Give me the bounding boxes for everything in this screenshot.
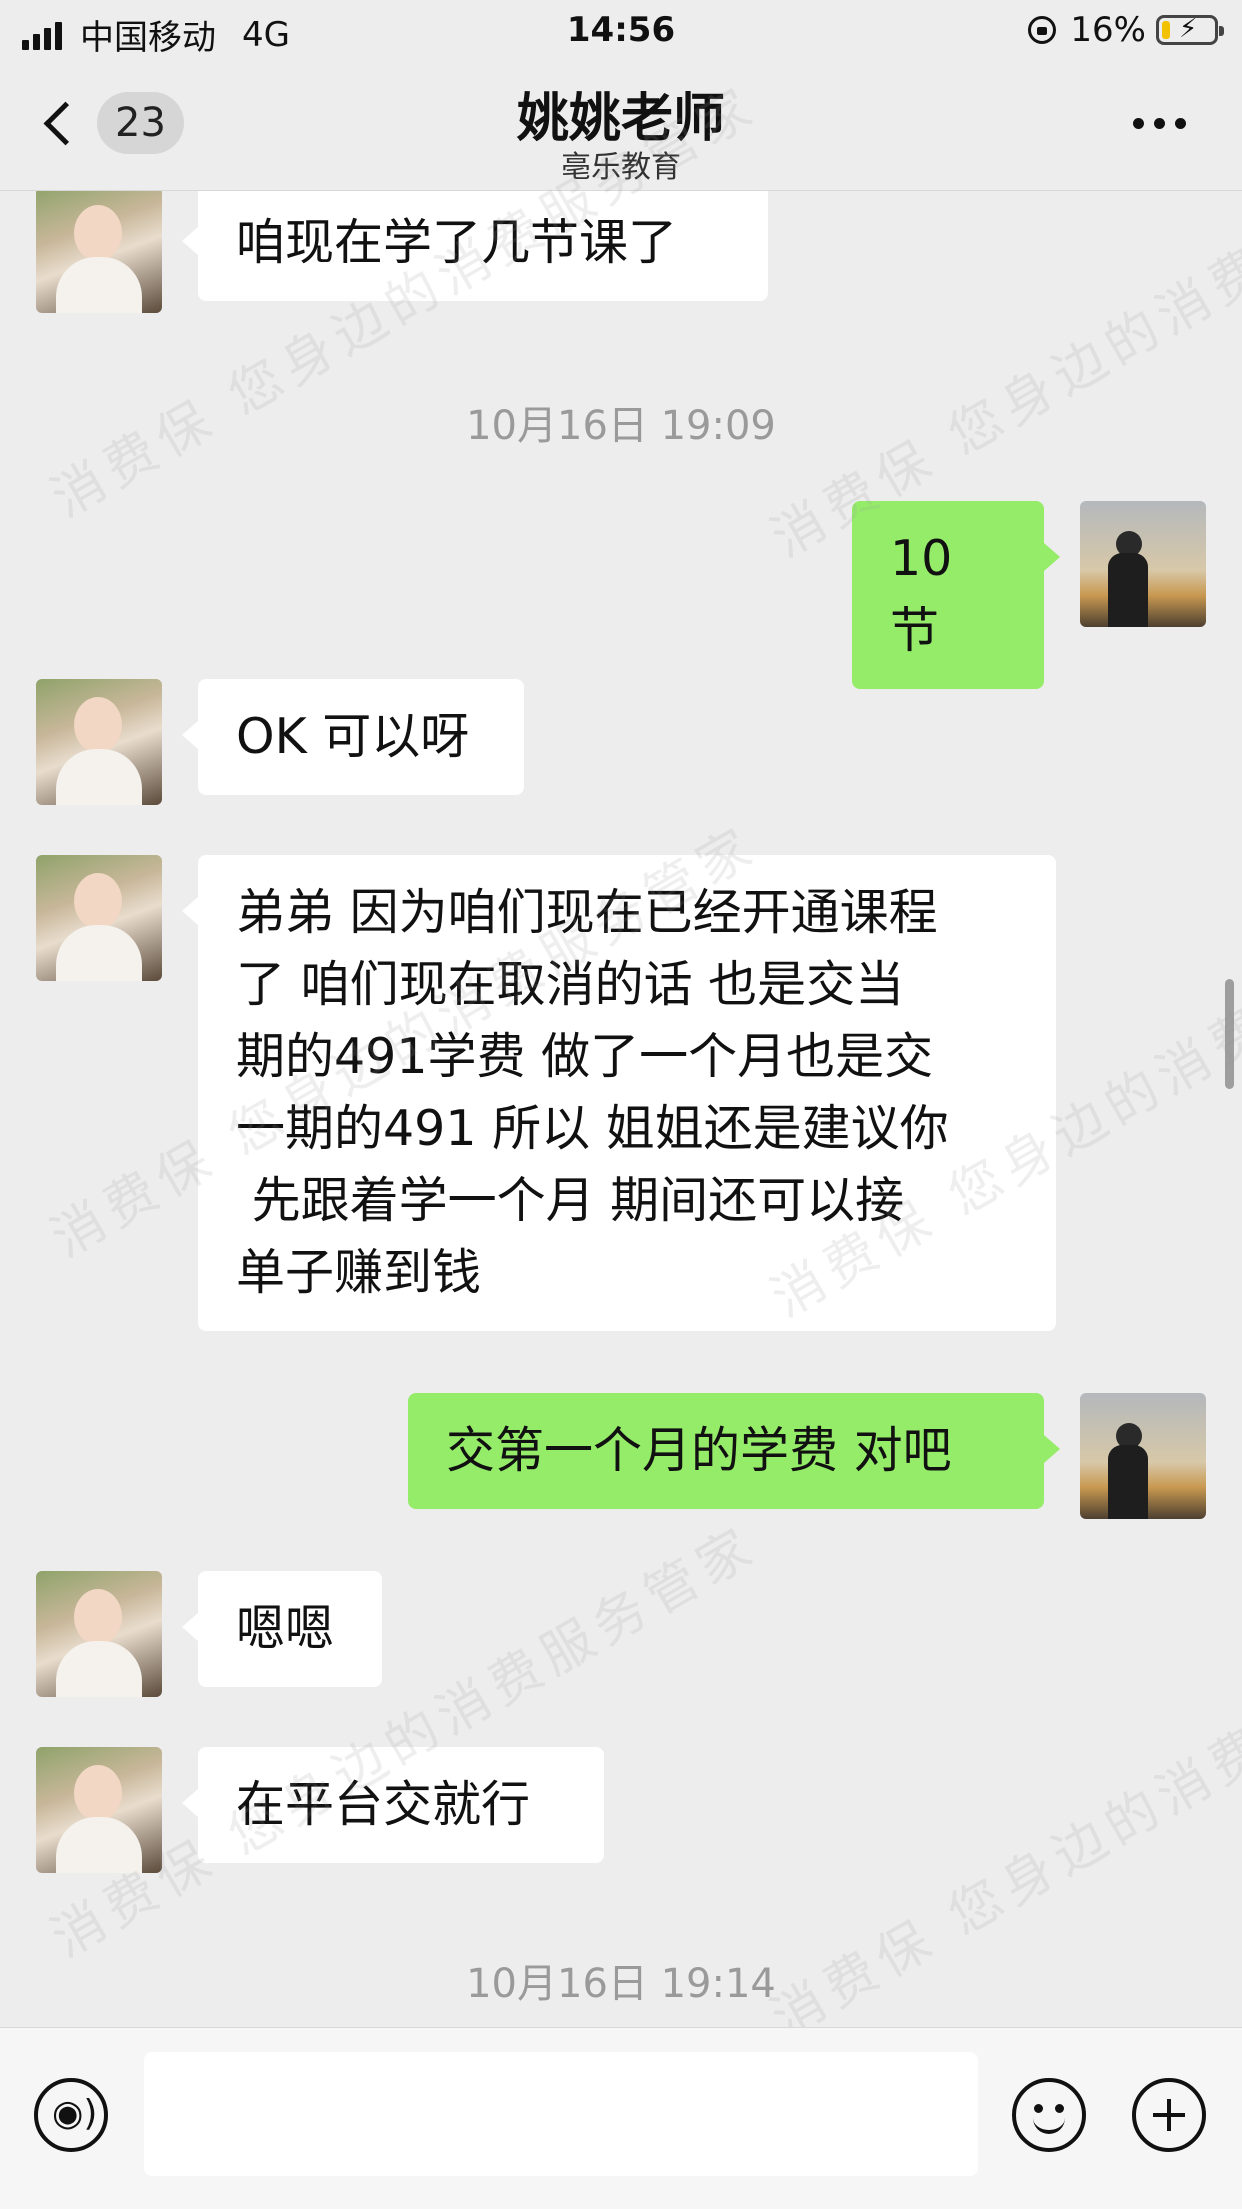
contact-avatar[interactable] <box>36 679 162 805</box>
message-bubble-incoming[interactable]: OK 可以呀 <box>182 679 524 795</box>
message-timestamp: 10月16日 19:14 <box>466 1961 776 2007</box>
scrollbar-thumb[interactable] <box>1225 979 1234 1089</box>
contact-avatar[interactable] <box>36 1571 162 1697</box>
voice-input-button[interactable]: ◉) <box>34 2078 108 2152</box>
voice-icon: ◉) <box>52 2093 98 2134</box>
message-bubble-incoming[interactable]: 弟弟 因为咱们现在已经开通课程 了 咱们现在取消的话 也是交当 期的491学费 … <box>182 855 1056 1331</box>
contact-avatar[interactable] <box>36 1747 162 1873</box>
message-bubble-incoming[interactable]: 咱现在学了几节课了 <box>182 191 768 301</box>
message-input[interactable] <box>144 2052 978 2176</box>
input-bar: ◉) <box>0 2027 1242 2209</box>
more-actions-button[interactable] <box>1132 2078 1206 2152</box>
more-dots-icon <box>1133 118 1144 129</box>
message-timestamp: 10月16日 19:09 <box>466 403 776 449</box>
my-avatar[interactable] <box>1080 1393 1206 1519</box>
message-list[interactable]: 咱现在学了几节课了 10月16日 19:09 10 节 OK 可以呀 弟弟 因为… <box>0 191 1242 2027</box>
message-bubble-outgoing[interactable]: 交第一个月的学费 对吧 <box>408 1393 1060 1509</box>
status-bar: 中国移动 4G 14:56 16% ⚡ <box>0 0 1242 62</box>
battery-percent: 16% <box>1070 10 1146 50</box>
contact-avatar[interactable] <box>36 191 162 313</box>
emoji-icon <box>1034 2104 1043 2113</box>
orientation-lock-icon <box>1028 16 1057 44</box>
battery-icon: ⚡ <box>1156 14 1224 45</box>
chat-title: 姚姚老师 <box>516 89 725 149</box>
my-avatar[interactable] <box>1080 501 1206 627</box>
message-bubble-incoming[interactable]: 在平台交就行 <box>182 1747 604 1863</box>
chat-subtitle: 亳乐教育 <box>561 150 681 185</box>
contact-avatar[interactable] <box>36 855 162 981</box>
more-options-button[interactable] <box>1123 118 1186 129</box>
message-bubble-incoming[interactable]: 嗯嗯 <box>182 1571 382 1687</box>
chat-header: 23 姚姚老师 亳乐教育 <box>0 62 1242 191</box>
emoji-button[interactable] <box>1012 2078 1086 2152</box>
message-bubble-outgoing[interactable]: 10 节 <box>852 501 1060 689</box>
